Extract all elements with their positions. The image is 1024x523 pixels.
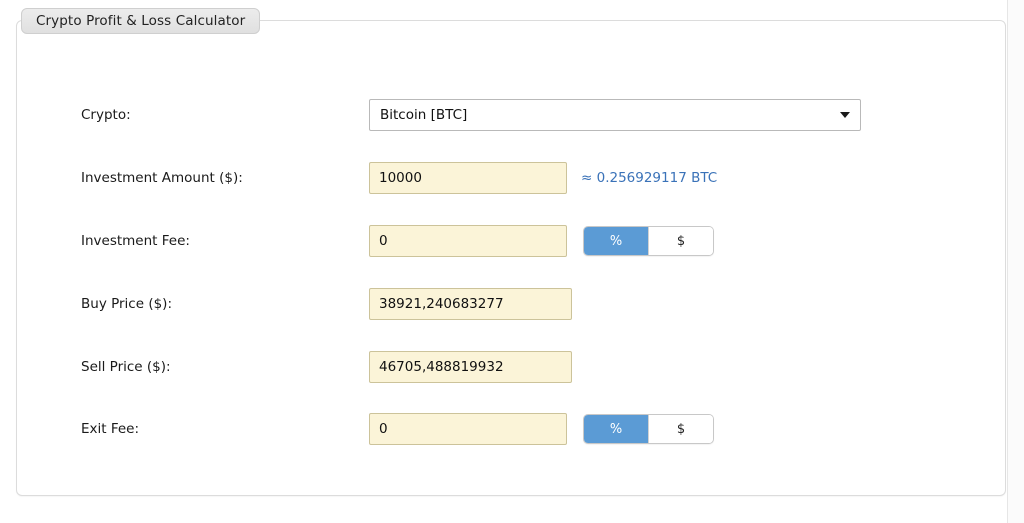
sell-price-input[interactable]: [369, 351, 572, 383]
control-investment-fee: % $: [369, 225, 714, 257]
investment-fee-unit-dollar[interactable]: $: [648, 227, 713, 255]
exit-fee-unit-dollar[interactable]: $: [648, 415, 713, 443]
label-investment-amount: Investment Amount ($):: [81, 170, 243, 186]
investment-fee-unit-percent[interactable]: %: [584, 227, 648, 255]
label-buy-price: Buy Price ($):: [81, 296, 172, 312]
label-sell-price: Sell Price ($):: [81, 359, 171, 375]
calculator-panel: Crypto Profit & Loss Calculator Crypto: …: [16, 8, 1006, 496]
crypto-select[interactable]: Bitcoin [BTC]: [369, 99, 861, 131]
control-crypto: Bitcoin [BTC]: [369, 99, 861, 131]
btc-equivalent-hint: ≈ 0.256929117 BTC: [581, 170, 718, 186]
exit-fee-unit-toggle[interactable]: % $: [583, 414, 714, 444]
label-investment-fee: Investment Fee:: [81, 233, 190, 249]
form-row-sell-price: Sell Price ($):: [17, 351, 1005, 383]
page-scrollbar-gutter[interactable]: [1007, 0, 1024, 523]
form-row-investment-amount: Investment Amount ($): ≈ 0.256929117 BTC: [17, 162, 1005, 194]
exit-fee-unit-percent[interactable]: %: [584, 415, 648, 443]
investment-amount-input[interactable]: [369, 162, 567, 194]
label-crypto: Crypto:: [81, 107, 131, 123]
buy-price-input[interactable]: [369, 288, 572, 320]
control-sell-price: [369, 351, 572, 383]
investment-fee-unit-toggle[interactable]: % $: [583, 226, 714, 256]
form-row-exit-fee: Exit Fee: % $: [17, 413, 1005, 445]
form-row-investment-fee: Investment Fee: % $: [17, 225, 1005, 257]
crypto-select-value: Bitcoin [BTC]: [380, 107, 468, 123]
exit-fee-input[interactable]: [369, 413, 567, 445]
calculator-form: Crypto: Bitcoin [BTC] Investment Amount …: [17, 21, 1005, 495]
control-buy-price: [369, 288, 572, 320]
form-row-crypto: Crypto: Bitcoin [BTC]: [17, 99, 1005, 131]
investment-fee-input[interactable]: [369, 225, 567, 257]
label-exit-fee: Exit Fee:: [81, 421, 140, 437]
control-exit-fee: % $: [369, 413, 714, 445]
chevron-down-icon: [840, 112, 850, 118]
control-investment-amount: ≈ 0.256929117 BTC: [369, 162, 717, 194]
form-row-buy-price: Buy Price ($):: [17, 288, 1005, 320]
